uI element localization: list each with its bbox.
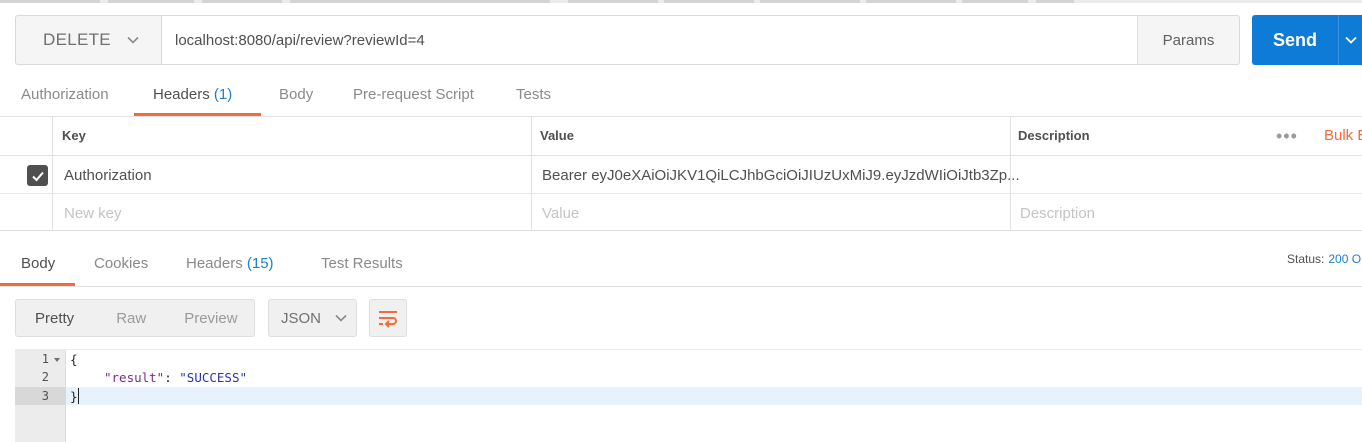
format-select[interactable]: JSON xyxy=(268,299,357,337)
top-tab-stub xyxy=(290,0,550,3)
new-description-input[interactable]: Description xyxy=(1020,205,1095,222)
tab-label: Body xyxy=(279,86,314,103)
column-header-description: Description xyxy=(1018,128,1090,143)
params-button[interactable]: Params xyxy=(1137,15,1240,65)
tab-label: Tests xyxy=(516,86,552,103)
top-tab-stub xyxy=(866,0,956,3)
column-header-value: Value xyxy=(540,128,574,143)
response-tab-body[interactable]: Body xyxy=(21,255,55,272)
column-header-key: Key xyxy=(62,128,86,143)
tab-authorization[interactable]: Authorization xyxy=(21,86,109,103)
response-tab-headers[interactable]: Headers (15) xyxy=(186,255,274,272)
active-line-highlight xyxy=(66,387,1362,405)
view-preview-button[interactable]: Preview xyxy=(184,310,237,327)
tab-label: Authorization xyxy=(21,86,109,103)
bulk-edit-link[interactable]: Bulk E xyxy=(1324,127,1362,144)
tab-label: Test Results xyxy=(321,255,403,272)
url-input[interactable]: localhost:8080/api/review?reviewId=4 xyxy=(161,15,1138,65)
view-raw-button[interactable]: Raw xyxy=(116,310,146,327)
top-tab-stub xyxy=(0,0,100,3)
new-value-input[interactable]: Value xyxy=(542,205,579,222)
json-key: "result" xyxy=(104,370,165,385)
json-colon: : xyxy=(164,370,180,385)
code-line-3[interactable]: } xyxy=(70,389,78,404)
tab-label: Headers xyxy=(153,86,210,103)
tab-body[interactable]: Body xyxy=(279,86,313,103)
response-tab-cookies[interactable]: Cookies xyxy=(94,255,148,272)
view-mode-group: Pretty Raw Preview xyxy=(15,299,255,337)
url-text: localhost:8080/api/review?reviewId=4 xyxy=(175,31,425,49)
send-options-button[interactable] xyxy=(1338,15,1362,65)
wrap-lines-button[interactable] xyxy=(369,299,407,337)
chevron-down-icon xyxy=(127,36,139,44)
response-status: Status: 200 O xyxy=(1287,252,1361,266)
header-enabled-checkbox[interactable] xyxy=(27,165,48,186)
code-line-2[interactable]: "result": "SUCCESS" xyxy=(104,370,247,385)
line-number: 1 xyxy=(41,352,49,366)
tab-count: (1) xyxy=(213,86,233,103)
tab-headers[interactable]: Headers (1) xyxy=(153,86,232,103)
code-line-1[interactable]: { xyxy=(70,352,78,367)
brace-open: { xyxy=(70,352,78,367)
method-label: DELETE xyxy=(43,30,111,49)
table-row-new xyxy=(0,194,1362,231)
divider xyxy=(0,286,1362,287)
tab-count: (15) xyxy=(246,255,274,272)
window-top-strip xyxy=(0,0,1362,3)
tab-tests[interactable]: Tests xyxy=(516,86,551,103)
top-tab-stub xyxy=(108,0,194,3)
send-label: Send xyxy=(1272,29,1317,50)
tab-label: Pre-request Script xyxy=(353,86,474,103)
checkmark-icon xyxy=(31,171,44,181)
top-tab-stub xyxy=(664,0,754,3)
format-label: JSON xyxy=(281,309,322,327)
tab-label: Headers xyxy=(186,255,243,272)
editor-border xyxy=(15,349,1362,350)
headers-table-header xyxy=(0,117,1362,156)
wrap-lines-icon xyxy=(379,311,397,328)
more-options-icon[interactable]: ••• xyxy=(1276,127,1298,145)
view-pretty-button[interactable]: Pretty xyxy=(35,310,74,327)
header-value-field[interactable]: Bearer eyJ0eXAiOiJKV1QiLCJhbGciOiJIUzUxM… xyxy=(542,167,1020,184)
chevron-down-icon xyxy=(1344,36,1357,44)
top-tab-stub xyxy=(760,0,860,3)
line-number: 2 xyxy=(41,370,49,384)
header-key-field[interactable]: Authorization xyxy=(64,167,152,184)
top-tab-stub xyxy=(202,0,282,3)
tab-label: Cookies xyxy=(94,255,149,272)
status-code: 200 O xyxy=(1328,252,1362,266)
new-key-input[interactable]: New key xyxy=(64,205,122,222)
tab-label: Body xyxy=(21,255,56,272)
chevron-down-icon xyxy=(335,314,347,322)
top-tab-stub xyxy=(962,0,1028,3)
brace-close: } xyxy=(70,389,78,404)
json-value: "SUCCESS" xyxy=(179,370,248,385)
text-cursor xyxy=(78,388,79,404)
send-button[interactable]: Send xyxy=(1252,15,1338,65)
top-tab-stub xyxy=(1036,0,1074,3)
method-select[interactable]: DELETE xyxy=(15,15,161,65)
top-tab-stub xyxy=(568,0,658,3)
status-label: Status: xyxy=(1287,252,1325,266)
params-label: Params xyxy=(1162,31,1215,49)
line-number: 3 xyxy=(41,389,49,403)
fold-arrow-icon[interactable] xyxy=(53,356,61,364)
response-tab-test-results[interactable]: Test Results xyxy=(321,255,403,272)
tab-pre-request-script[interactable]: Pre-request Script xyxy=(353,86,474,103)
